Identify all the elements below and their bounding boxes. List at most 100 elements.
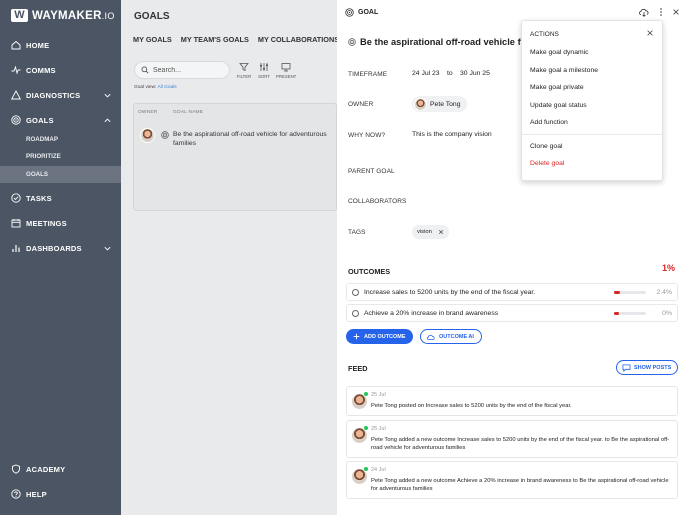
online-status-dot [364,392,368,396]
chevron-down-icon[interactable] [103,244,112,253]
pulse-icon [10,65,21,76]
outcome-row[interactable]: Increase sales to 5200 units by the end … [346,283,678,301]
outcome-ai-label: OUTCOME AI [439,333,474,340]
feed-date: 24 Jul [371,467,386,473]
sidebar-item-help[interactable]: HELP [0,485,121,503]
target-icon [161,131,169,139]
sidebar-item-comms[interactable]: COMMS [0,61,121,79]
page-title: GOALS [134,11,170,22]
sidebar: W WAYMAKER.IO HOME COMMS DIAGNOSTICS GOA… [0,0,121,515]
tab-my-teams-goals[interactable]: MY TEAM'S GOALS [181,35,249,44]
tab-my-goals[interactable]: MY GOALS [133,35,172,44]
sidebar-item-home[interactable]: HOME [0,36,121,54]
timeframe-end[interactable]: 30 Jun 25 [460,70,490,77]
status-circle-icon[interactable] [352,309,359,317]
show-posts-label: SHOW POSTS [634,364,672,371]
feed-item[interactable]: 25 Jul Pete Tong added a new outcome Inc… [346,420,678,458]
sidebar-item-academy[interactable]: ACADEMY [0,460,121,478]
why-now-value[interactable]: This is the company vision [412,131,492,138]
tags-label: TAGS [348,229,366,236]
sidebar-item-goals[interactable]: GOALS [0,111,121,129]
column-header-goal-name: GOAL NAME [173,110,204,115]
sidebar-item-label: HOME [26,40,50,50]
owner-chip[interactable]: Pete Tong [412,96,467,112]
menu-item-delete-goal[interactable]: Delete goal [530,160,564,167]
sidebar-subitem-goals[interactable]: GOALS [0,166,121,183]
shield-icon [10,464,21,475]
detail-header-title: GOAL [358,9,379,16]
avatar [414,97,427,111]
close-icon[interactable] [672,8,680,16]
filter-label: FILTER [236,74,252,79]
bar-chart-icon [10,243,21,254]
owner-label: OWNER [348,101,374,108]
outcome-ai-button[interactable]: OUTCOME AI [420,329,482,344]
menu-item-clone-goal[interactable]: Clone goal [530,143,563,150]
outcomes-progress: 1% [661,263,675,273]
filter-button[interactable]: FILTER [234,62,254,79]
menu-item-add-function[interactable]: Add function [530,119,568,126]
feed-date: 25 Jul [371,426,386,432]
progress-bar [614,311,646,315]
outcome-value: 0% [662,309,672,317]
tag-label: vision [417,229,432,235]
feed-item[interactable]: 24 Jul Pete Tong added a new outcome Ach… [346,461,678,499]
sidebar-subitem-roadmap[interactable]: ROADMAP [0,131,121,148]
close-icon[interactable] [438,229,444,235]
goal-view-link[interactable]: All Goals [157,85,176,90]
menu-item-update-goal-status[interactable]: Update goal status [530,102,587,109]
sidebar-subitem-prioritize[interactable]: PRIORITIZE [0,148,121,165]
menu-item-make-goal-milestone[interactable]: Make goal a milestone [530,67,598,74]
owner-name: Pete Tong [430,100,461,108]
check-circle-icon [10,193,21,204]
goals-list-panel: GOALS MY GOALS MY TEAM'S GOALS MY COLLAB… [121,0,339,515]
cloud-download-icon[interactable] [638,7,650,17]
menu-item-make-goal-dynamic[interactable]: Make goal dynamic [530,49,589,56]
outcome-row[interactable]: Achieve a 20% increase in brand awarenes… [346,304,678,322]
actions-menu-title: ACTIONS [530,31,559,38]
calendar-icon [10,218,21,229]
brand-logo[interactable]: W WAYMAKER.IO [11,9,115,22]
sort-button[interactable]: SORT [254,62,274,79]
table-row[interactable]: Be the aspirational off-road vehicle for… [134,124,338,154]
collaborators-label: COLLABORATORS [348,198,407,205]
chevron-up-icon[interactable] [103,116,112,125]
present-label: PRESENT [276,74,297,79]
sliders-icon [260,63,268,71]
sidebar-item-dashboards[interactable]: DASHBOARDS [0,239,121,257]
tab-my-collaborations[interactable]: MY COLLABORATIONS [258,35,339,44]
outcome-value: 2.4% [656,288,673,296]
close-icon[interactable] [646,29,654,37]
brand-suffix: .IO [101,10,115,21]
show-posts-button[interactable]: SHOW POSTS [616,360,678,375]
cloud-icon [427,334,435,340]
goal-view-selector: Goal view: All Goals [134,85,177,90]
timeframe-label: TIMEFRAME [348,71,388,78]
feed-item[interactable]: 25 Jul Pete Tong posted on Increase sale… [346,386,678,416]
search-input[interactable] [153,66,223,74]
feed-text: Pete Tong posted on Increase sales to 52… [371,403,572,409]
sidebar-item-label: DASHBOARDS [26,243,82,253]
plus-icon [353,333,360,340]
sidebar-item-diagnostics[interactable]: DIAGNOSTICS [0,86,121,104]
status-circle-icon[interactable] [352,288,359,296]
progress-bar [614,290,646,294]
online-status-dot [364,467,368,471]
online-status-dot [364,426,368,430]
target-icon [348,38,356,46]
goal-title: Be the aspirational off-road vehicle for… [348,37,548,47]
column-header-owner: OWNER [138,110,158,115]
sidebar-item-meetings[interactable]: MEETINGS [0,214,121,232]
sidebar-item-tasks[interactable]: TASKS [0,189,121,207]
goal-title-text[interactable]: Be the aspirational off-road vehicle for… [360,37,543,47]
sidebar-item-label: HELP [26,489,47,499]
more-vertical-icon[interactable] [659,7,663,17]
chevron-down-icon[interactable] [103,91,112,100]
comment-icon [622,363,631,372]
feed-text: Pete Tong added a new outcome Achieve a … [371,478,669,492]
present-button[interactable]: PRESENT [276,62,296,79]
timeframe-start[interactable]: 24 Jul 23 [412,70,440,77]
menu-item-make-goal-private[interactable]: Make goal private [530,84,584,91]
search-box[interactable] [134,61,230,79]
add-outcome-button[interactable]: ADD OUTCOME [346,329,413,344]
